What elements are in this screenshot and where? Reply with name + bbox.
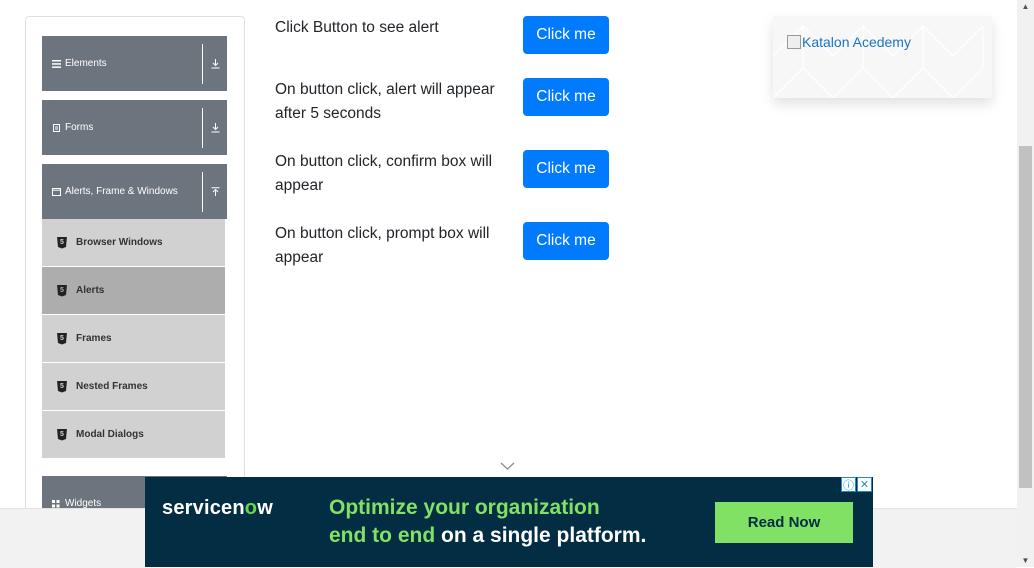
sidebar-item-browser-windows[interactable]: 5 Browser Windows	[42, 219, 225, 267]
read-now-button[interactable]: Read Now	[715, 502, 853, 543]
timer-alert-button[interactable]: Click me	[523, 78, 609, 116]
html5-icon: 5	[57, 428, 67, 441]
vertical-scrollbar[interactable]: ▲ ▼	[1017, 0, 1034, 567]
ad-close-icon[interactable]: ✕	[857, 477, 872, 492]
sidebar-item-label: Browser Windows	[76, 237, 163, 248]
sidebar-item-modal-dialogs[interactable]: 5 Modal Dialogs	[42, 411, 225, 459]
scroll-up-icon[interactable]: ▲	[1017, 2, 1034, 11]
html5-icon: 5	[57, 284, 67, 297]
sidebar-group-alerts-frame-windows[interactable]: Alerts, Frame & Windows	[42, 164, 227, 219]
ad-info-icon[interactable]: ⓘ	[841, 477, 856, 492]
html5-icon: 5	[57, 332, 67, 345]
servicenow-logo: servicenow	[162, 497, 273, 520]
broken-image-icon	[787, 35, 801, 49]
download-icon[interactable]	[202, 107, 227, 148]
ad-alt-text: Katalon Acedemy	[802, 34, 911, 50]
row-description: Click Button to see alert	[275, 19, 439, 36]
window-icon	[51, 187, 61, 196]
ad-image-alt[interactable]: Katalon Acedemy	[787, 34, 911, 50]
sidebar-group-label: Forms	[65, 122, 94, 133]
list-icon	[51, 59, 61, 68]
logo-text-end: w	[257, 497, 273, 519]
ad-choices: ⓘ ✕	[840, 477, 872, 492]
sidebar-item-label: Nested Frames	[76, 381, 148, 392]
sidebar-item-label: Modal Dialogs	[76, 429, 144, 440]
banner-ad[interactable]: servicenow Optimize your organization en…	[145, 477, 873, 567]
row-description: On button click, alert will appear after…	[275, 81, 495, 122]
html5-icon: 5	[57, 380, 67, 393]
sidebar-group-label: Alerts, Frame & Windows	[65, 186, 178, 197]
sidebar-panel: Elements Forms Alerts, Frame & Windows 5…	[25, 16, 245, 538]
headline-line-1: Optimize your organization	[329, 496, 600, 519]
row-description: On button click, prompt box will appear	[275, 225, 490, 266]
scrollbar-thumb[interactable]	[1019, 146, 1032, 488]
sidebar-item-nested-frames[interactable]: 5 Nested Frames	[42, 363, 225, 411]
side-ad-card[interactable]: Katalon Acedemy	[773, 16, 992, 98]
banner-headline: Optimize your organization end to end on…	[329, 494, 646, 550]
upload-icon[interactable]	[202, 171, 227, 212]
grid-icon	[51, 499, 61, 508]
headline-line-2: end to end on a single platform.	[329, 522, 646, 550]
download-icon[interactable]	[202, 43, 227, 84]
sidebar-group-label: Elements	[65, 58, 107, 69]
html5-icon: 5	[57, 236, 67, 249]
sidebar-item-label: Frames	[76, 333, 112, 344]
sidebar-item-label: Alerts	[76, 285, 105, 296]
headline-green-part: end to end	[329, 524, 436, 547]
headline-white-part: on a single platform.	[435, 524, 647, 547]
sidebar-menu-list: 5 Browser Windows 5 Alerts 5 Frames 5 Ne…	[42, 219, 225, 459]
sidebar-group-forms[interactable]: Forms	[42, 100, 227, 155]
sidebar-item-alerts[interactable]: 5 Alerts	[42, 267, 225, 315]
row-description: On button click, confirm box will appear	[275, 153, 493, 194]
sidebar-item-frames[interactable]: 5 Frames	[42, 315, 225, 363]
ad-background-pattern	[773, 25, 984, 98]
chevron-down-icon[interactable]	[500, 462, 515, 471]
sidebar-group-elements[interactable]: Elements	[42, 36, 227, 91]
scroll-down-icon[interactable]: ▼	[1017, 556, 1034, 565]
confirm-button[interactable]: Click me	[523, 150, 609, 188]
logo-now-o: o	[244, 497, 258, 519]
logo-text: servicen	[162, 497, 245, 519]
form-icon	[51, 123, 61, 132]
prompt-button[interactable]: Click me	[523, 222, 609, 260]
alert-button[interactable]: Click me	[523, 16, 609, 54]
